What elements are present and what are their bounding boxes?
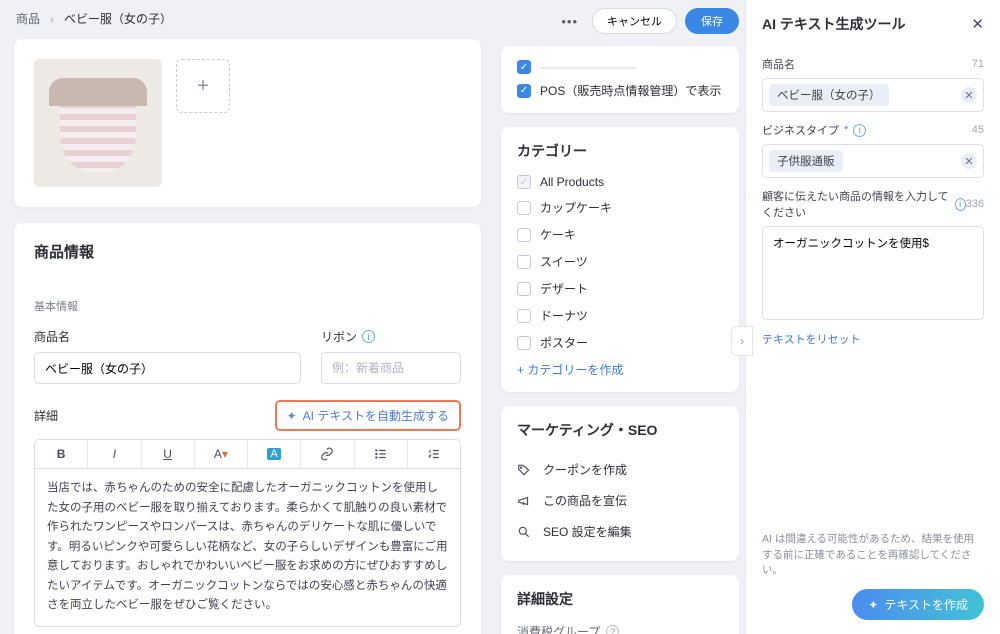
rte-link-button[interactable]	[301, 440, 354, 468]
category-label: ドーナツ	[540, 307, 588, 324]
ai-info-label: 顧客に伝えたい商品の情報を入力してください	[762, 188, 950, 220]
tag-icon	[517, 463, 533, 477]
chip-remove-icon[interactable]: ✕	[961, 153, 977, 169]
advanced-heading: 詳細設定	[517, 589, 723, 609]
panel-collapse-button[interactable]: ›	[731, 326, 753, 356]
description-text[interactable]: 当店では、赤ちゃんのための安全に配慮したオーガニックコットンを使用した女の子用の…	[34, 468, 461, 627]
cancel-button[interactable]: キャンセル	[592, 8, 677, 34]
category-label: スイーツ	[540, 253, 588, 270]
product-image[interactable]	[34, 59, 162, 187]
ai-product-name-counter: 71	[972, 58, 984, 70]
category-checkbox[interactable]	[517, 201, 531, 215]
category-checkbox[interactable]	[517, 309, 531, 323]
rte-toolbar: B I U A▾ A	[34, 439, 461, 468]
more-menu-button[interactable]: •••	[555, 10, 584, 33]
marketing-heading: マーケティング・SEO	[517, 420, 723, 440]
close-icon[interactable]: ✕	[971, 15, 984, 33]
category-label: ポスター	[540, 334, 588, 351]
ribbon-label: リボン	[321, 328, 357, 345]
checkbox-hidden[interactable]: ✓	[517, 60, 531, 74]
megaphone-icon	[517, 494, 533, 508]
rte-bold-button[interactable]: B	[35, 440, 88, 468]
sparkle-icon: ✦	[287, 409, 297, 423]
product-name-input[interactable]	[34, 352, 301, 384]
marketing-coupon[interactable]: クーポンを作成	[517, 454, 723, 485]
ai-business-type-input[interactable]: 子供服通販 ✕	[762, 144, 984, 178]
ai-info-counter: 336	[966, 198, 984, 210]
breadcrumb: 商品 › ベビー服（女の子）	[14, 0, 481, 39]
category-checkbox[interactable]	[517, 336, 531, 350]
ai-product-name-chip: ベビー服（女の子）	[769, 84, 889, 106]
ai-reset-link[interactable]: テキストをリセット	[762, 331, 861, 347]
add-image-button[interactable]: +	[176, 59, 230, 113]
breadcrumb-root[interactable]: 商品	[16, 10, 40, 27]
ai-product-name-input[interactable]: ベビー服（女の子） ✕	[762, 78, 984, 112]
chevron-right-icon: ›	[50, 12, 54, 26]
info-icon[interactable]: i	[955, 198, 966, 211]
info-icon[interactable]: i	[853, 124, 866, 137]
ai-product-name-label: 商品名	[762, 56, 795, 72]
sparkle-icon: ✦	[868, 598, 878, 612]
category-checkbox[interactable]	[517, 255, 531, 269]
category-label: ケーキ	[540, 226, 576, 243]
marketing-promote[interactable]: この商品を宣伝	[517, 485, 723, 516]
product-name-label: 商品名	[34, 328, 301, 345]
marketing-seo[interactable]: SEO 設定を編集	[517, 516, 723, 547]
breadcrumb-current: ベビー服（女の子）	[64, 10, 172, 27]
ribbon-input[interactable]	[321, 352, 461, 384]
section-title-product-info: 商品情報	[34, 241, 461, 262]
categories-heading: カテゴリー	[517, 141, 723, 161]
category-checkbox[interactable]	[517, 282, 531, 296]
ai-generate-button[interactable]: ✦ AI テキストを自動生成する	[275, 400, 461, 431]
ai-disclaimer: AI は間違える可能性があるため、結果を使用する前に正確であることを再確認してく…	[762, 532, 984, 579]
detail-label: 詳細	[34, 407, 58, 424]
tax-group-label: 消費税グループ	[517, 623, 600, 634]
save-button[interactable]: 保存	[685, 8, 739, 34]
rte-highlight-button[interactable]: A	[248, 440, 301, 468]
search-icon	[517, 525, 533, 539]
chip-remove-icon[interactable]: ✕	[961, 87, 977, 103]
category-checkbox[interactable]: ✓	[517, 175, 531, 189]
ai-info-textarea[interactable]	[762, 226, 984, 320]
ai-business-type-counter: 45	[972, 124, 984, 136]
pos-label: POS（販売時点情報管理）で表示	[540, 82, 721, 99]
ai-panel-title: AI テキスト生成ツール	[762, 14, 905, 34]
info-icon[interactable]: i	[362, 330, 375, 343]
category-label: All Products	[540, 175, 604, 189]
rte-textcolor-button[interactable]: A▾	[195, 440, 248, 468]
rte-bullets-button[interactable]	[355, 440, 408, 468]
info-icon[interactable]: ?	[606, 625, 619, 634]
ai-business-type-label: ビジネスタイプ	[762, 122, 839, 138]
category-label: デザート	[540, 280, 588, 297]
create-category-link[interactable]: + カテゴリーを作成	[517, 361, 723, 378]
category-label: カップケーキ	[540, 199, 612, 216]
ai-create-button[interactable]: ✦ テキストを作成	[852, 589, 984, 620]
basic-info-label: 基本情報	[34, 298, 461, 314]
rte-italic-button[interactable]: I	[88, 440, 141, 468]
rte-numbers-button[interactable]	[408, 440, 460, 468]
ai-business-type-chip: 子供服通販	[769, 150, 843, 172]
rte-underline-button[interactable]: U	[142, 440, 195, 468]
checkbox-pos[interactable]: ✓	[517, 84, 531, 98]
category-checkbox[interactable]	[517, 228, 531, 242]
